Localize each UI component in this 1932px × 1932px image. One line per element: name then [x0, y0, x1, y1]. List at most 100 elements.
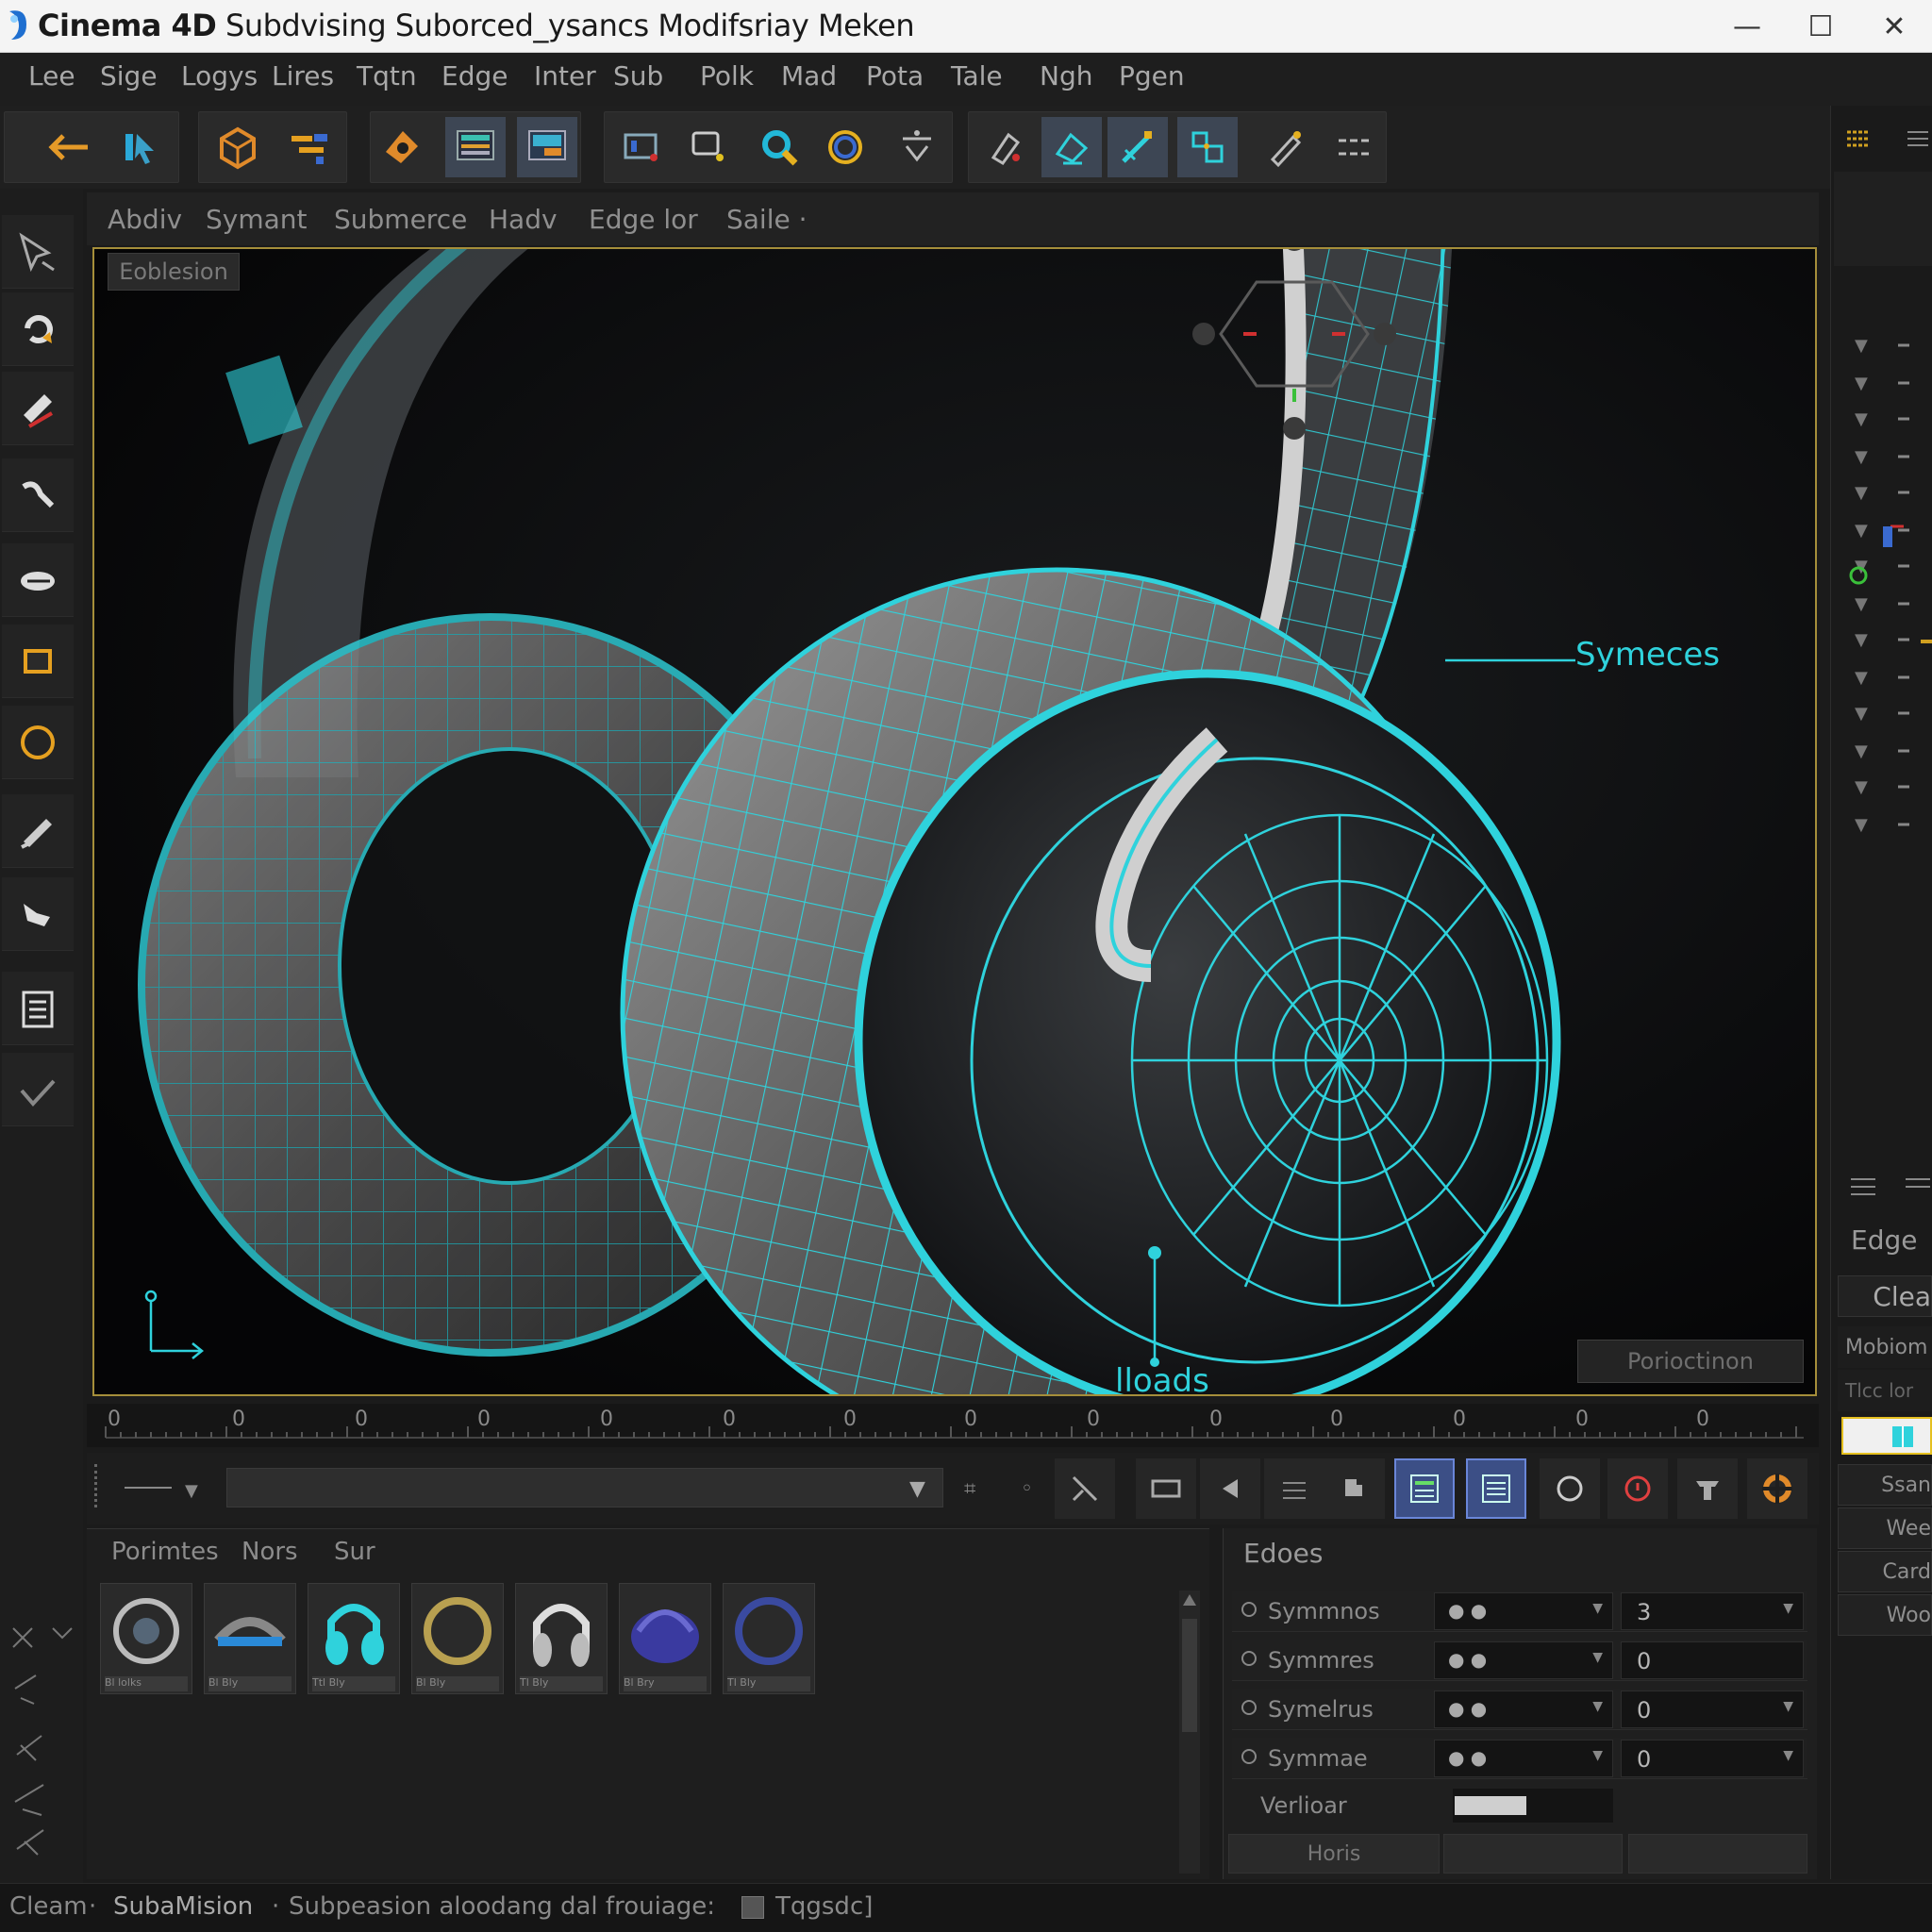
- timeline-ruler[interactable]: [87, 1404, 1819, 1447]
- cube-object-icon[interactable]: [208, 117, 268, 177]
- select-pointer-icon[interactable]: [111, 117, 172, 177]
- close-button[interactable]: ✕: [1857, 0, 1932, 53]
- attribute-mode-dropdown[interactable]: ● ● ▼: [1434, 1690, 1613, 1728]
- radio-button[interactable]: [1241, 1749, 1257, 1764]
- status-checkbox[interactable]: [741, 1896, 764, 1919]
- menu-item-polk[interactable]: Polk: [700, 60, 754, 92]
- verlier-slider[interactable]: [1453, 1789, 1613, 1823]
- record-button-icon[interactable]: [1607, 1458, 1668, 1519]
- right-item-ssan[interactable]: Ssan: [1838, 1464, 1932, 1506]
- tab-sur[interactable]: Sur: [334, 1538, 375, 1566]
- grab-tool-icon[interactable]: [2, 877, 74, 951]
- puzzle-icon[interactable]: [1324, 1458, 1385, 1519]
- right-item-card[interactable]: Card: [1838, 1551, 1932, 1592]
- bevel-tool-icon[interactable]: [1108, 117, 1168, 177]
- menu-item-inter[interactable]: Inter: [534, 60, 596, 92]
- magnet-tool-icon[interactable]: [1255, 117, 1315, 177]
- bridge-tool-icon[interactable]: [1177, 117, 1238, 177]
- smooth-tool-icon[interactable]: [2, 458, 74, 532]
- tab-porimtes[interactable]: Porimtes: [111, 1538, 219, 1566]
- flatten-tool-icon[interactable]: [2, 543, 74, 617]
- rotate-ring-icon[interactable]: [815, 117, 875, 177]
- asset-thumb[interactable]: Bl Bly: [411, 1583, 504, 1694]
- menu-item-pota[interactable]: Pota: [866, 60, 924, 92]
- scroll-up-arrow-icon[interactable]: [1183, 1594, 1196, 1606]
- chevron-down-icon[interactable]: ▼: [185, 1481, 198, 1501]
- frame-range-chevron-icon[interactable]: ▼: [909, 1477, 925, 1501]
- keyframe-icon[interactable]: ⌗: [964, 1477, 975, 1501]
- move-points-icon[interactable]: [2, 215, 74, 289]
- brush-tool-icon[interactable]: [2, 372, 74, 445]
- list-view-icon[interactable]: [1904, 125, 1932, 153]
- menu-item-lires[interactable]: Lires: [272, 60, 334, 92]
- layout-view-icon[interactable]: [445, 117, 506, 177]
- vp-menu-submerce[interactable]: Submerce: [334, 204, 467, 235]
- poly-pen-icon[interactable]: [372, 117, 432, 177]
- viewport-frame-icon[interactable]: [677, 117, 738, 177]
- footer-button-3[interactable]: [1628, 1834, 1807, 1874]
- snap-tool-icon[interactable]: [2, 1053, 74, 1126]
- film-strip-icon[interactable]: [1136, 1458, 1196, 1519]
- menu-item-ngh[interactable]: Ngh: [1040, 60, 1092, 92]
- tab-nors[interactable]: Nors: [242, 1538, 298, 1566]
- scrollbar-thumb[interactable]: [1182, 1619, 1197, 1732]
- menu-item-lee[interactable]: Lee: [28, 60, 75, 92]
- t-bar-icon[interactable]: [1677, 1458, 1738, 1519]
- right-item-tlcc[interactable]: Tlcc lor: [1838, 1370, 1932, 1411]
- prev-key-icon[interactable]: [1200, 1458, 1260, 1519]
- frame-range-dropdown[interactable]: [226, 1468, 943, 1507]
- menu-item-tqtn[interactable]: Tqtn: [357, 60, 417, 92]
- vp-menu-abdiv[interactable]: Abdiv: [108, 204, 182, 235]
- 3d-viewport[interactable]: [92, 247, 1817, 1396]
- loop-select-icon[interactable]: [1041, 117, 1102, 177]
- right-item-wee[interactable]: Wee: [1838, 1507, 1932, 1549]
- attr-menu-icon[interactable]: [1834, 1166, 1932, 1204]
- panel-view-icon[interactable]: [517, 117, 577, 177]
- attribute-value-field[interactable]: 0 ▼: [1621, 1740, 1804, 1777]
- menu-item-sub[interactable]: Sub: [613, 60, 663, 92]
- active-tab-toggle[interactable]: [1841, 1417, 1932, 1455]
- maximize-button[interactable]: ☐: [1783, 0, 1858, 53]
- align-bars-icon[interactable]: [279, 117, 340, 177]
- rectangle-select-icon[interactable]: [2, 625, 74, 698]
- radio-button[interactable]: [1241, 1602, 1257, 1617]
- asset-thumb[interactable]: Tl Bly: [723, 1583, 815, 1694]
- asset-thumb[interactable]: Tl Bly: [515, 1583, 608, 1694]
- attribute-mode-dropdown[interactable]: ● ● ▼: [1434, 1740, 1613, 1777]
- layers-panel-icon[interactable]: [2, 972, 74, 1045]
- asset-thumb[interactable]: Bl lolks: [100, 1583, 192, 1694]
- live-select-icon[interactable]: [749, 117, 809, 177]
- camera-label[interactable]: Eoblesion: [108, 253, 240, 291]
- radio-button[interactable]: [1241, 1651, 1257, 1666]
- attribute-mode-dropdown[interactable]: ● ● ▼: [1434, 1641, 1613, 1679]
- asset-thumb[interactable]: Bl Bry: [619, 1583, 711, 1694]
- asset-thumb[interactable]: Bl Bly: [204, 1583, 296, 1694]
- clear-button[interactable]: Clea: [1838, 1275, 1932, 1317]
- record-dot-icon[interactable]: ◦: [1021, 1477, 1033, 1501]
- minimize-button[interactable]: —: [1709, 0, 1785, 53]
- rotate-tool-icon[interactable]: [2, 292, 74, 366]
- object-tree-list[interactable]: ▼ ▼ ▼ ▼ ▼ ▼ ▼ ▼ ▼ ▼ ▼ ▼ ▼ ▼: [1830, 283, 1932, 868]
- cut-tool-icon[interactable]: [1055, 1458, 1115, 1519]
- menu-item-edge[interactable]: Edge: [441, 60, 508, 92]
- pinch-tool-icon[interactable]: [2, 794, 74, 868]
- menu-item-sige[interactable]: Sige: [100, 60, 158, 92]
- menu-item-pgen[interactable]: Pgen: [1119, 60, 1185, 92]
- vp-menu-edge-lor[interactable]: Edge lor: [589, 204, 698, 235]
- equalize-icon[interactable]: [1264, 1458, 1324, 1519]
- grid-view-icon[interactable]: [1843, 125, 1872, 153]
- menu-item-logys[interactable]: Logys: [181, 60, 258, 92]
- menu-item-mad[interactable]: Mad: [781, 60, 837, 92]
- target-icon[interactable]: [1747, 1458, 1807, 1519]
- attribute-value-field[interactable]: 3 ▼: [1621, 1592, 1804, 1630]
- attribute-mode-dropdown[interactable]: ● ● ▼: [1434, 1592, 1613, 1630]
- timeline-view-icon[interactable]: [1394, 1458, 1455, 1519]
- circle-select-icon[interactable]: [2, 706, 74, 779]
- vp-menu-hadv[interactable]: Hadv: [489, 204, 558, 235]
- extrude-arrow-icon[interactable]: [887, 117, 947, 177]
- right-item-woo[interactable]: Woo: [1838, 1594, 1932, 1636]
- knife-tool-icon[interactable]: [975, 117, 1036, 177]
- back-arrow-icon[interactable]: [38, 117, 98, 177]
- vp-menu-saile[interactable]: Saile ·: [726, 204, 808, 235]
- attribute-value-field[interactable]: 0 ▼: [1621, 1690, 1804, 1728]
